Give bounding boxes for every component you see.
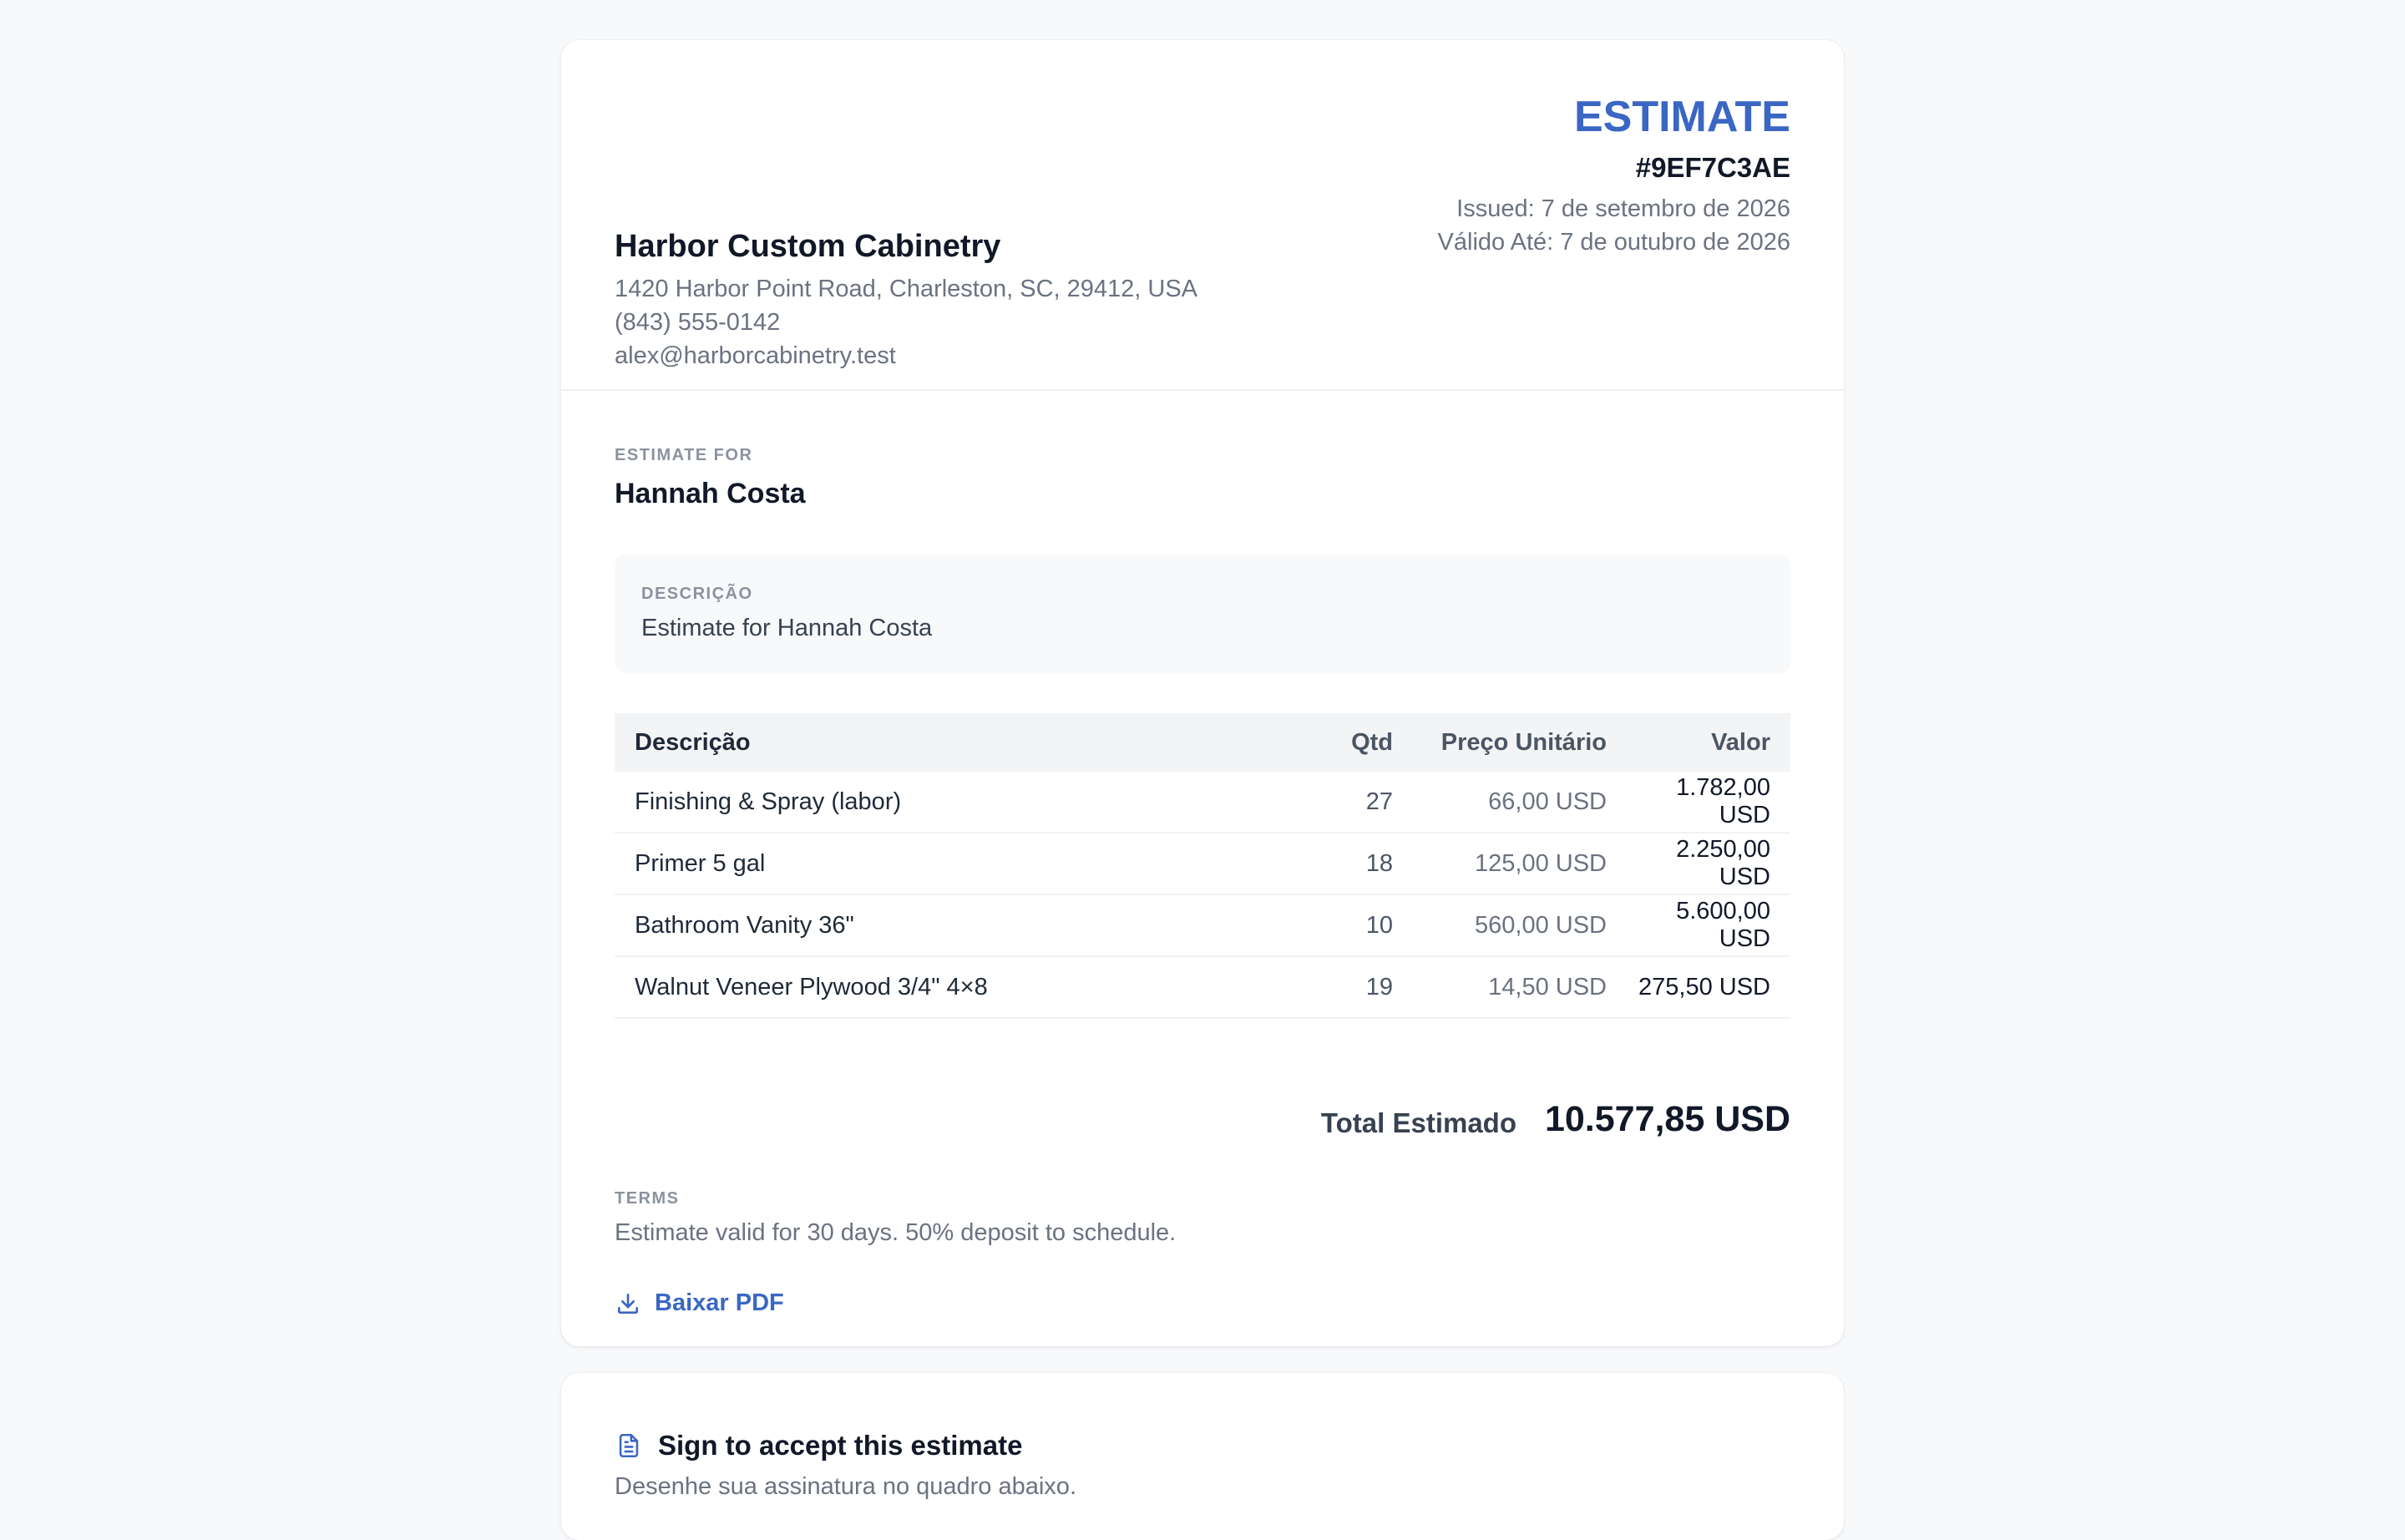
estimate-for-label: ESTIMATE FOR bbox=[615, 446, 753, 464]
total-value: 10.577,85 USD bbox=[1544, 1099, 1790, 1139]
row-description: Primer 5 gal bbox=[615, 833, 1283, 895]
row-qty: 18 bbox=[1283, 833, 1393, 895]
table-row: Bathroom Vanity 36" 10 560,00 USD 5.600,… bbox=[615, 894, 1790, 957]
estimate-page: Harbor Custom Cabinetry 1420 Harbor Poin… bbox=[0, 0, 2405, 1540]
row-unit-price: 66,00 USD bbox=[1393, 772, 1607, 833]
row-unit-price: 560,00 USD bbox=[1393, 894, 1607, 957]
client-name: Hannah Costa bbox=[615, 478, 806, 509]
header-description: Descrição bbox=[635, 728, 751, 756]
row-description: Bathroom Vanity 36" bbox=[615, 894, 1283, 957]
header-unit-price: Preço Unitário bbox=[1440, 728, 1607, 756]
issued-date: Issued: 7 de setembro de 2026 bbox=[1456, 195, 1790, 222]
row-amount: 1.782,00 USD bbox=[1607, 772, 1790, 833]
row-qty: 19 bbox=[1283, 956, 1393, 1019]
description-box: DESCRIÇÃO Estimate for Hannah Costa bbox=[615, 555, 1790, 673]
description-text: Estimate for Hannah Costa bbox=[641, 615, 933, 641]
download-icon bbox=[618, 1293, 638, 1314]
row-description: Finishing & Spray (labor) bbox=[615, 772, 1283, 833]
row-qty: 10 bbox=[1283, 894, 1393, 957]
table-row: Primer 5 gal 18 125,00 USD 2.250,00 USD bbox=[615, 833, 1790, 895]
business-name: Harbor Custom Cabinetry bbox=[615, 229, 1001, 264]
download-pdf-label: Baixar PDF bbox=[655, 1289, 784, 1316]
row-amount: 5.600,00 USD bbox=[1607, 894, 1790, 957]
row-unit-price: 14,50 USD bbox=[1393, 956, 1607, 1019]
estimate-card: Harbor Custom Cabinetry 1420 Harbor Poin… bbox=[561, 40, 1844, 1346]
estimate-header: Harbor Custom Cabinetry 1420 Harbor Poin… bbox=[561, 40, 1844, 391]
row-description: Walnut Veneer Plywood 3/4" 4×8 bbox=[615, 956, 1283, 1019]
header-qty: Qtd bbox=[1351, 728, 1393, 756]
table-header-row: Descrição Qtd Preço Unitário Valor bbox=[615, 713, 1790, 772]
valid-until-date: Válido Até: 7 de outubro de 2026 bbox=[1437, 229, 1790, 256]
sign-subtitle: Desenhe sua assinatura no quadro abaixo. bbox=[615, 1473, 1076, 1500]
sign-title-row: Sign to accept this estimate bbox=[615, 1430, 1022, 1461]
row-qty: 27 bbox=[1283, 772, 1393, 833]
table-row: Finishing & Spray (labor) 27 66,00 USD 1… bbox=[615, 772, 1790, 833]
estimate-title: ESTIMATE bbox=[1573, 93, 1790, 141]
total-label: Total Estimado bbox=[1320, 1107, 1516, 1138]
terms-text: Estimate valid for 30 days. 50% deposit … bbox=[615, 1219, 1177, 1246]
row-amount: 2.250,00 USD bbox=[1607, 833, 1790, 895]
document-icon bbox=[619, 1433, 639, 1458]
sign-title: Sign to accept this estimate bbox=[658, 1430, 1023, 1461]
business-email: alex@harborcabinetry.test bbox=[615, 342, 896, 369]
header-amount: Valor bbox=[1711, 728, 1770, 756]
download-pdf-link[interactable]: Baixar PDF bbox=[615, 1289, 784, 1317]
row-amount: 275,50 USD bbox=[1607, 956, 1790, 1019]
business-phone: (843) 555-0142 bbox=[615, 309, 781, 336]
description-label: DESCRIÇÃO bbox=[641, 585, 753, 603]
row-unit-price: 125,00 USD bbox=[1393, 833, 1607, 895]
terms-label: TERMS bbox=[615, 1189, 680, 1208]
line-items-table: Descrição Qtd Preço Unitário Valor Finis… bbox=[615, 713, 1790, 1019]
estimate-number: #9EF7C3AE bbox=[1635, 152, 1790, 183]
sign-card: Sign to accept this estimate Desenhe sua… bbox=[561, 1373, 1844, 1540]
table-row: Walnut Veneer Plywood 3/4" 4×8 19 14,50 … bbox=[615, 956, 1790, 1019]
business-address: 1420 Harbor Point Road, Charleston, SC, … bbox=[615, 276, 1198, 302]
